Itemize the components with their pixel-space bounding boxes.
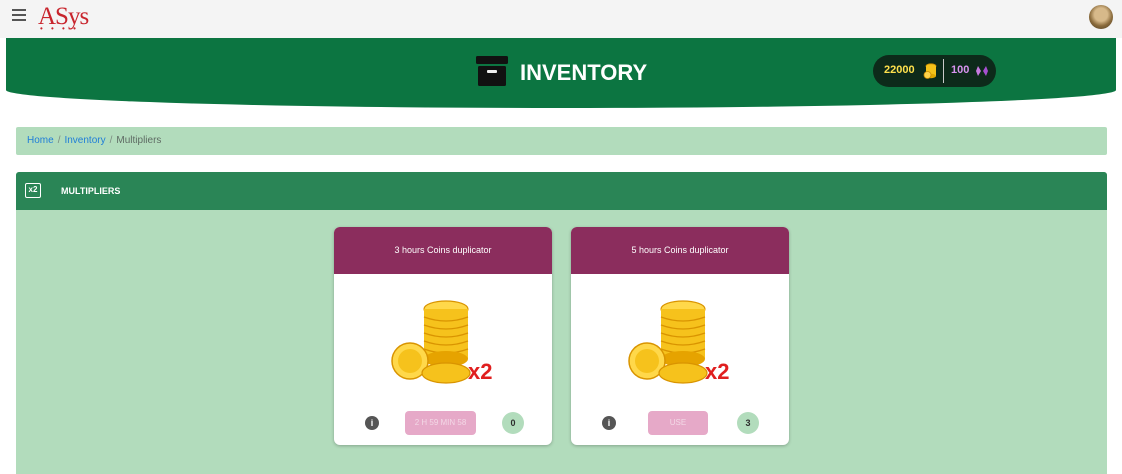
gem-icon	[976, 66, 988, 76]
coin-balance: 22000	[884, 64, 915, 76]
x2-icon: x2	[25, 183, 41, 198]
breadcrumb-separator: /	[57, 135, 61, 146]
multipliers-panel: x2 MULTIPLIERS 3 hours Coins duplicator …	[16, 172, 1107, 474]
panel-title: MULTIPLIERS	[61, 186, 121, 196]
card-title: 3 hours Coins duplicator	[334, 227, 552, 274]
breadcrumb-home-link[interactable]: Home	[27, 135, 54, 146]
breadcrumb-current: Multipliers	[116, 135, 162, 146]
panel-header: x2 MULTIPLIERS	[16, 172, 1107, 210]
hamburger-menu-icon[interactable]	[12, 9, 26, 21]
page-title: INVENTORY	[520, 60, 648, 85]
breadcrumb-inventory-link[interactable]: Inventory	[64, 135, 105, 146]
breadcrumb: Home / Inventory / Multipliers	[16, 127, 1107, 155]
top-bar: ASys • • • •	[0, 0, 1122, 38]
timer-button[interactable]: 2 H 59 MIN 58	[405, 411, 476, 435]
wallet: 22000 100	[873, 55, 996, 87]
info-icon[interactable]: i	[365, 416, 379, 430]
coins-stack-icon: x2	[391, 300, 492, 384]
use-button[interactable]: USE	[648, 411, 708, 435]
multiplier-label: x2	[468, 359, 492, 384]
coins-stack-icon: x2	[628, 300, 729, 384]
gem-balance: 100	[951, 64, 970, 76]
info-icon[interactable]: i	[602, 416, 616, 430]
wallet-divider	[943, 59, 944, 83]
multiplier-label: x2	[705, 359, 729, 384]
breadcrumb-separator: /	[109, 135, 113, 146]
multiplier-card: 3 hours Coins duplicator x2 i 2 H 59 MIN…	[334, 227, 552, 445]
count-badge: 0	[502, 412, 524, 434]
card-title: 5 hours Coins duplicator	[571, 227, 789, 274]
logo-dots: • • • •	[40, 24, 79, 33]
inventory-box-icon	[476, 56, 508, 86]
count-badge: 3	[737, 412, 759, 434]
avatar[interactable]	[1089, 5, 1113, 29]
multiplier-card: 5 hours Coins duplicator x2 i USE 3	[571, 227, 789, 445]
coin-icon	[923, 63, 937, 79]
page-header: INVENTORY 22000 100	[6, 38, 1116, 108]
